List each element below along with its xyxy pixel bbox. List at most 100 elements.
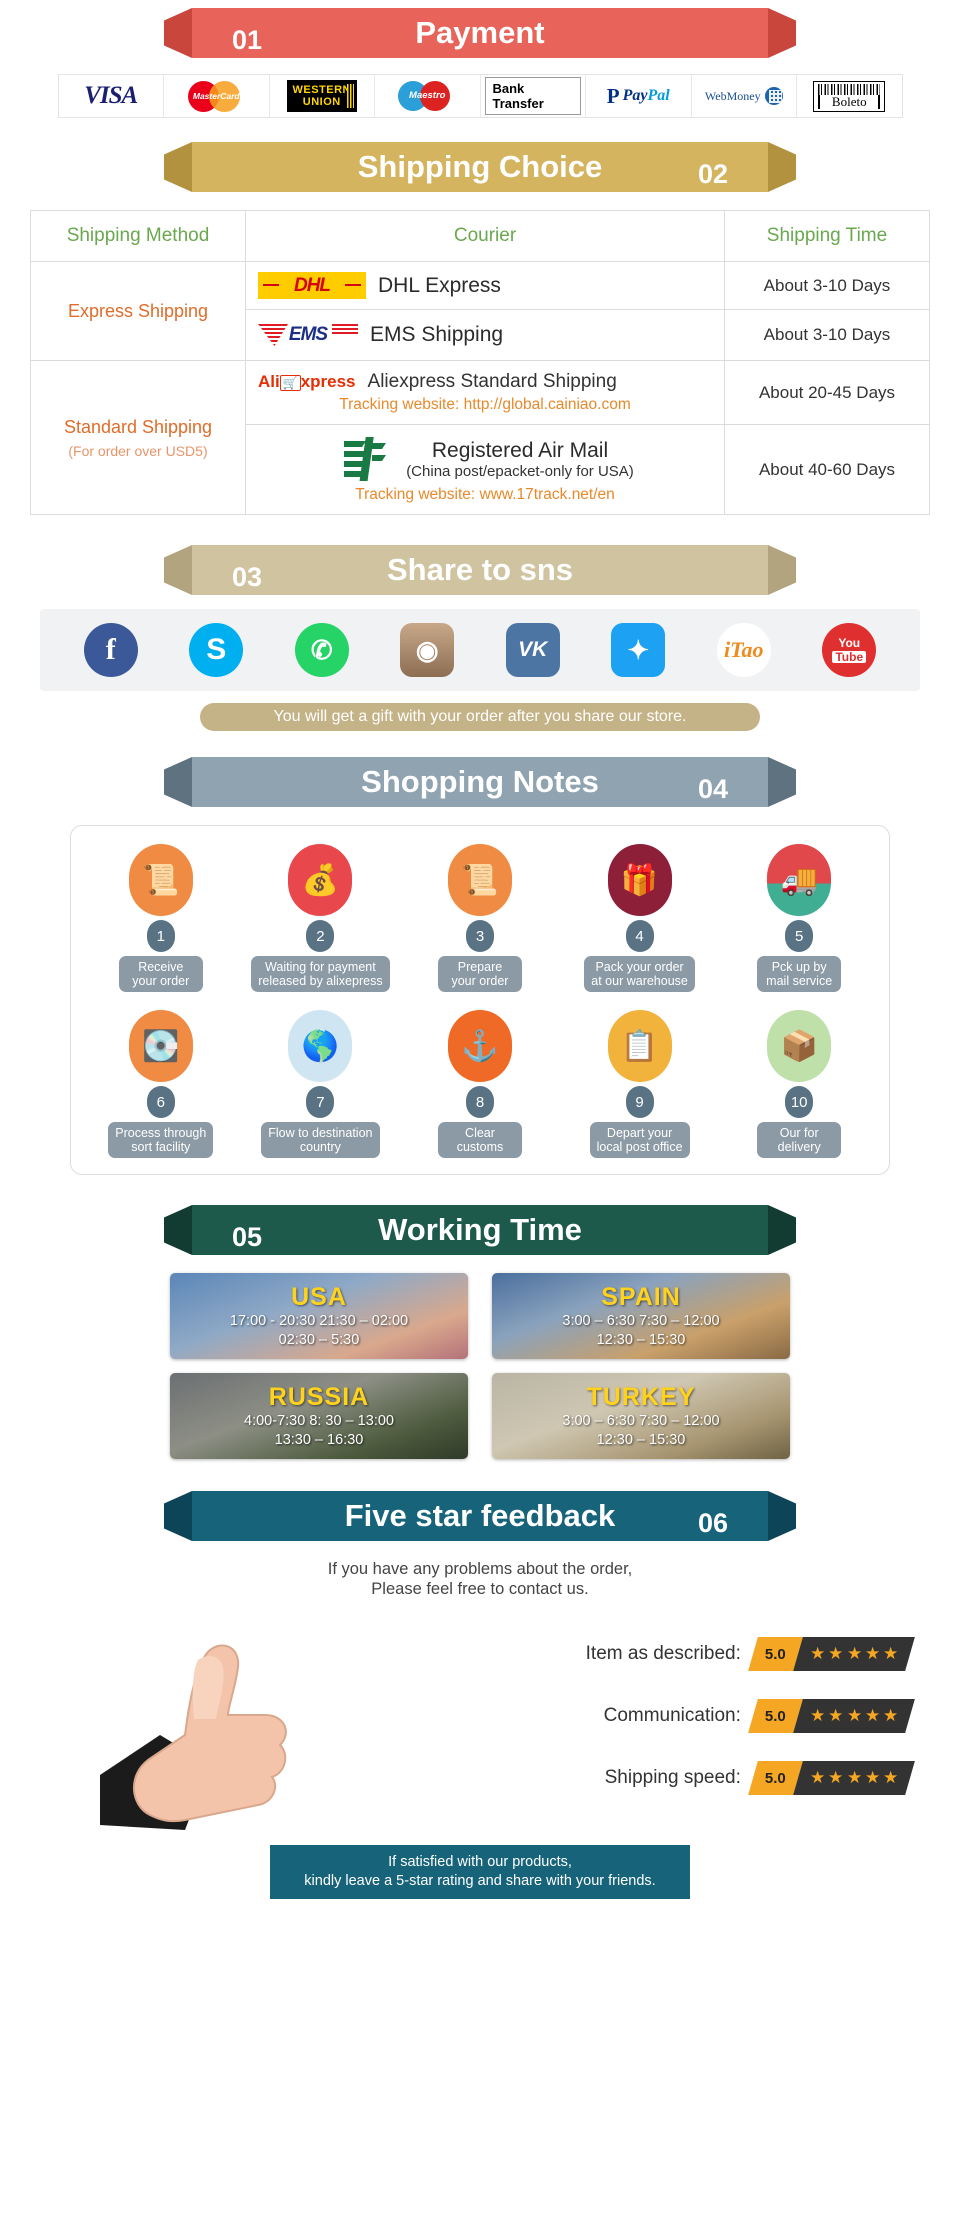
- column-header-time: Shipping Time: [724, 210, 930, 262]
- step-label: Depart your local post office: [589, 1122, 690, 1158]
- payment-method-western-union: WESTERN UNION: [270, 75, 375, 117]
- package-icon: 📦: [767, 1010, 832, 1082]
- note-step-9: 📋 9 Depart your local post office: [565, 1010, 715, 1158]
- section-number: 05: [231, 1221, 263, 1252]
- ribbon-fold-right: [768, 8, 796, 58]
- ribbon-fold-left: [164, 1205, 192, 1255]
- social-share-bar: f S ✆ ◉ VK ✦ iTao You Tube: [40, 609, 920, 691]
- ribbon-fold-left: [164, 757, 192, 807]
- note-step-1: 📜 1 Receive your order: [86, 844, 236, 992]
- skype-icon[interactable]: S: [189, 623, 244, 677]
- shipping-method-note: (For order over USD5): [68, 442, 208, 459]
- ratings-list: Item as described: 5.0 ★ ★ ★ ★ ★ Communicati…: [350, 1623, 915, 1809]
- payment-method-visa: VISA: [59, 75, 164, 117]
- shipping-table: Shipping Method Courier Shipping Time Ex…: [30, 210, 930, 515]
- section-number: 04: [697, 773, 729, 804]
- note-step-7: 🌎 7 Flow to destination country: [245, 1010, 395, 1158]
- vk-icon[interactable]: VK: [505, 623, 560, 677]
- facebook-icon[interactable]: f: [83, 623, 138, 677]
- section-header-shipping: 02 Shipping Choice: [0, 134, 960, 196]
- product-description-infographic: 01 Payment VISA MasterCard WESTERN UNION…: [0, 0, 960, 1929]
- ribbon-fold-right: [768, 1205, 796, 1255]
- rating-badge: 5.0 ★ ★ ★ ★ ★: [748, 1699, 915, 1733]
- step-number: 10: [785, 1086, 814, 1118]
- document-icon: 📜: [447, 844, 512, 916]
- time-line: 3:00 – 6:30 7:30 – 12:00: [562, 1312, 720, 1329]
- step-number: 8: [465, 1086, 494, 1118]
- thumbs-up-image: [90, 1615, 320, 1835]
- cell-courier-air-mail: Registered Air Mail (China post/epacket-…: [245, 424, 725, 515]
- courier-name: DHL Express: [378, 273, 501, 297]
- rating-row-communication: Communication: 5.0 ★ ★ ★ ★ ★: [350, 1685, 915, 1747]
- closing-line2: kindly leave a 5-star rating and share w…: [304, 1873, 656, 1889]
- courier-name: Registered Air Mail: [431, 438, 609, 462]
- whatsapp-icon[interactable]: ✆: [294, 623, 349, 677]
- feedback-intro-line2: Please feel free to contact us.: [371, 1580, 589, 1598]
- ribbon-fold-right: [768, 1491, 796, 1541]
- time-card-turkey: TURKEY 3:00 – 6:30 7:30 – 12:00 12:30 – …: [492, 1373, 790, 1459]
- cell-shipping-time: About 3-10 Days: [724, 309, 930, 361]
- visa-icon: VISA: [84, 82, 138, 109]
- working-time-grid: USA 17:00 - 20:30 21:30 – 02:00 02:30 – …: [170, 1273, 790, 1459]
- step-number: 5: [785, 920, 814, 952]
- section-number: 06: [697, 1507, 729, 1538]
- column-header-courier: Courier: [245, 210, 725, 262]
- table-row: Standard Shipping (For order over USD5) …: [30, 360, 930, 515]
- gift-box-icon: 🎁: [607, 844, 672, 916]
- section-header-payment: 01 Payment: [0, 0, 960, 62]
- step-number: 7: [306, 1086, 335, 1118]
- country-name: TURKEY: [586, 1382, 696, 1411]
- courier-name: Aliexpress Standard Shipping: [367, 371, 617, 392]
- rating-badge: 5.0 ★ ★ ★ ★ ★: [748, 1761, 915, 1795]
- instagram-icon[interactable]: ◉: [400, 623, 455, 677]
- anchor-icon: ⚓: [447, 1010, 512, 1082]
- payment-methods-strip: VISA MasterCard WESTERN UNION Maestro Ba…: [57, 74, 903, 118]
- time-line: 12:30 – 15:30: [596, 1331, 686, 1348]
- cell-shipping-method: Standard Shipping (For order over USD5): [30, 360, 246, 515]
- china-post-logo: [336, 435, 392, 483]
- section-header-working-time: 05 Working Time: [0, 1197, 960, 1259]
- rating-label: Communication:: [603, 1705, 741, 1726]
- step-number: 3: [465, 920, 494, 952]
- time-card-spain: SPAIN 3:00 – 6:30 7:30 – 12:00 12:30 – 1…: [492, 1273, 790, 1359]
- column-header-method: Shipping Method: [30, 210, 246, 262]
- courier-name: EMS Shipping: [370, 323, 504, 346]
- ribbon-fold-left: [164, 8, 192, 58]
- tracking-website-link[interactable]: Tracking website: www.17track.net/en: [258, 486, 712, 504]
- time-line: 12:30 – 15:30: [596, 1431, 686, 1448]
- notes-row-second: 💽 6 Process through sort facility 🌎 7 Flo…: [81, 1010, 879, 1158]
- itao-icon[interactable]: iTao: [716, 623, 771, 677]
- clipboard-icon: 📋: [607, 1010, 672, 1082]
- maestro-icon: Maestro: [396, 79, 458, 113]
- globe-icon: 🌎: [288, 1010, 353, 1082]
- payment-method-bank-transfer: Bank Transfer: [481, 75, 586, 117]
- rating-stars: ★ ★ ★ ★ ★: [792, 1637, 915, 1671]
- payment-method-paypal: P Pay Pal: [586, 75, 692, 117]
- country-name: SPAIN: [601, 1282, 681, 1311]
- tracking-website-link[interactable]: Tracking website: http://global.cainiao.…: [258, 396, 712, 414]
- note-step-8: ⚓ 8 Clear customs: [405, 1010, 555, 1158]
- step-label: Clear customs: [437, 1122, 522, 1158]
- section-number: 03: [231, 561, 263, 592]
- rating-row-shipping-speed: Shipping speed: 5.0 ★ ★ ★ ★ ★: [350, 1747, 915, 1809]
- twitter-icon[interactable]: ✦: [611, 623, 666, 677]
- step-label: Receive your order: [118, 956, 203, 992]
- country-name: RUSSIA: [268, 1382, 370, 1411]
- section-header-feedback: 06 Five star feedback: [0, 1483, 960, 1545]
- payment-method-maestro: Maestro: [375, 75, 481, 117]
- boleto-icon: Boleto: [813, 80, 886, 112]
- feedback-intro: If you have any problems about the order…: [0, 1559, 960, 1599]
- youtube-icon[interactable]: You Tube: [822, 623, 877, 677]
- ribbon-fold-right: [768, 545, 796, 595]
- aliexpress-logo: Ali 🛒 xpress: [258, 372, 356, 391]
- time-line: 02:30 – 5:30: [278, 1331, 360, 1348]
- section-number: 01: [231, 24, 263, 55]
- payment-method-mastercard: MasterCard: [164, 75, 270, 117]
- ribbon-fold-left: [164, 1491, 192, 1541]
- ribbon-fold-left: [164, 142, 192, 192]
- notes-row-first: 📜 1 Receive your order 💰 2 Waiting for pa…: [81, 844, 879, 992]
- rating-row-item-as-described: Item as described: 5.0 ★ ★ ★ ★ ★: [350, 1623, 915, 1685]
- table-row: Express Shipping DHL DHL Express About 3…: [30, 261, 930, 361]
- step-number: 6: [146, 1086, 175, 1118]
- paypal-icon: P Pay Pal: [606, 83, 670, 108]
